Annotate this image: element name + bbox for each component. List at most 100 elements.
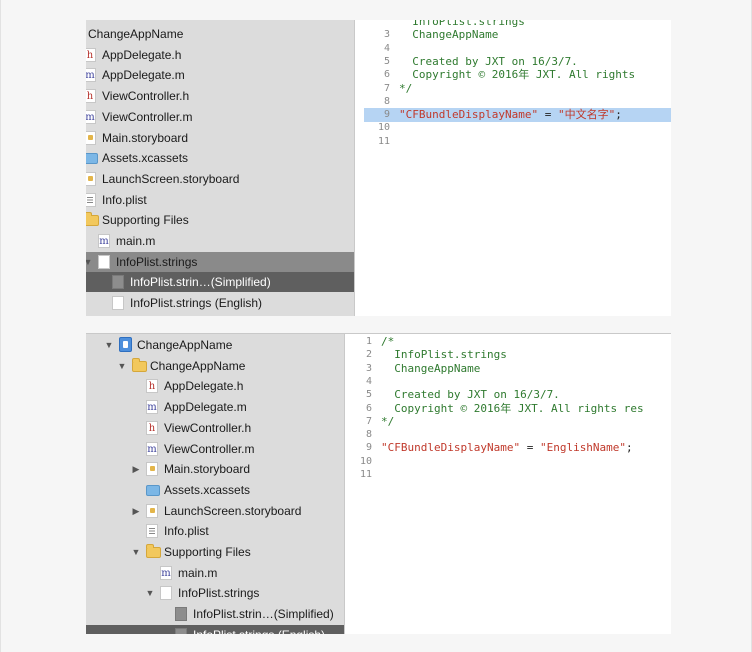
tree-item-label: InfoPlist.strin…(Simplified) (193, 607, 334, 622)
line-number: 9 (365, 442, 372, 454)
code-editor[interactable]: 1/* 2 InfoPlist.strings 3 ChangeAppName 4 5 … (346, 334, 671, 634)
tree-item-label: InfoPlist.strin…(Simplified) (130, 275, 271, 290)
tree-item[interactable]: m main.m (86, 563, 344, 583)
tree-item[interactable]: m AppDelegate.m (86, 397, 344, 417)
folder-file-icon (132, 357, 147, 372)
line-number: 3 (365, 362, 372, 374)
folder-file-icon (86, 212, 99, 227)
code-line: 3 ChangeAppName (346, 362, 671, 376)
comment-text: InfoPlist.strings (381, 348, 507, 362)
disclosure-open-icon[interactable]: ▼ (86, 252, 93, 272)
project-file-icon (119, 337, 132, 352)
disclosure-open-icon[interactable]: ▼ (117, 356, 127, 376)
tree-item-label: Supporting Files (102, 213, 189, 228)
tree-item[interactable]: h ViewController.h (86, 86, 354, 106)
code-line: 8 (364, 95, 671, 109)
tree-item[interactable]: ▼ChangeAppName (86, 24, 354, 44)
tree-item-label: AppDelegate.h (102, 47, 182, 62)
tree-item[interactable]: m ViewController.m (86, 107, 354, 127)
tree-item[interactable]: ▶ LaunchScreen.storyboard (86, 501, 344, 521)
code-line: 11 (364, 135, 671, 149)
tree-item[interactable]: ▼ChangeAppName (86, 356, 344, 376)
tree-item-label: LaunchScreen.storyboard (164, 503, 302, 518)
code-operator: = (538, 108, 558, 122)
disclosure-closed-icon[interactable]: ▶ (131, 501, 141, 521)
tree-item[interactable]: h AppDelegate.h (86, 376, 344, 396)
tree-item[interactable]: ▼ InfoPlist.strings (86, 583, 344, 603)
code-line: 5 Created by JXT on 16/3/7. (364, 55, 671, 69)
comment-text: InfoPlist.strings (399, 20, 525, 28)
tree-item-label: AppDelegate.m (102, 68, 185, 83)
code-operator: ; (615, 108, 622, 122)
tree-item[interactable]: ▼Supporting Files (86, 210, 354, 230)
tree-item[interactable]: m ViewController.m (86, 439, 344, 459)
comment-text: */ (381, 414, 395, 428)
tree-item[interactable]: InfoPlist.strings (English) (86, 293, 354, 313)
storyboard-file-icon (146, 503, 158, 518)
comment-text: Copyright © 2016年 JXT. All rights res (381, 401, 644, 415)
m-file-icon: m (146, 400, 158, 415)
code-editor[interactable]: InfoPlist.strings 3 ChangeAppName 4 5 Creat… (364, 20, 671, 316)
h-file-icon: h (146, 379, 158, 394)
disclosure-open-icon[interactable]: ▼ (145, 583, 155, 603)
tree-item[interactable]: Info.plist (86, 521, 344, 541)
line-number: 11 (359, 469, 372, 480)
code-line: 8 (346, 428, 671, 442)
tree-item-label: AppDelegate.m (164, 400, 247, 415)
tree-item[interactable]: ▼Supporting Files (86, 542, 344, 562)
disclosure-open-icon[interactable]: ▼ (131, 542, 141, 562)
code-line: 7 */ (364, 82, 671, 96)
tree-item[interactable]: Assets.xcassets (86, 148, 354, 168)
line-number: 10 (359, 455, 372, 467)
h-file-icon: h (86, 47, 96, 62)
plist-file-icon (146, 524, 158, 539)
line-number: 5 (365, 389, 372, 401)
line-number: 4 (365, 375, 372, 387)
tree-item[interactable]: Assets.xcassets (86, 480, 344, 500)
tree-item[interactable]: ▶LaunchScreen.storyboard (86, 169, 354, 189)
tree-item[interactable]: InfoPlist.strin…(Simplified) (86, 604, 344, 624)
string-literal: "中文名字" (557, 108, 616, 122)
code-line: 4 (346, 375, 671, 389)
tree-item[interactable]: InfoPlist.strin…(Simplified) (86, 272, 354, 293)
string-literal: "CFBundleDisplayName" (381, 441, 521, 455)
line-number: 3 (383, 29, 390, 41)
tree-item[interactable]: m main.m (86, 231, 354, 251)
tree-item[interactable]: ▶Main.storyboard (86, 459, 344, 479)
tree-item[interactable]: ▶Main.storyboard (86, 128, 354, 148)
code-text: Copyright © 2016年 JXT. All rights (399, 68, 635, 82)
xcassets-file-icon (86, 153, 98, 165)
code-operator: ; (626, 441, 633, 455)
tree-item[interactable]: InfoPlist.strings (English) (86, 624, 344, 634)
code-line: 5 Created by JXT on 16/3/7. (346, 388, 671, 402)
tree-item[interactable]: h AppDelegate.h (86, 45, 354, 65)
code-line: 6 Copyright © 2016年 JXT. All rights (364, 68, 671, 82)
line-number: 7 (383, 82, 390, 94)
line-number: 10 (377, 122, 390, 134)
tree-item-label: ChangeAppName (137, 338, 233, 352)
string-literal: "EnglishName" (539, 441, 627, 455)
code-line: 9 "CFBundleDisplayName" = "EnglishName"; (346, 441, 671, 455)
tree-item[interactable]: m AppDelegate.m (86, 65, 354, 85)
folder-file-icon (146, 544, 161, 558)
h-file-icon: h (146, 420, 158, 435)
tree-item[interactable]: Info.plist (86, 190, 354, 210)
line-number: 9 (383, 109, 390, 121)
storyboard-file-icon (146, 462, 158, 477)
tree-item[interactable]: ▼ ChangeAppName (86, 335, 344, 355)
line-number: 11 (377, 135, 390, 147)
tree-item[interactable]: ▼ InfoPlist.strings (86, 251, 354, 272)
comment-text: /* (381, 335, 395, 348)
disclosure-closed-icon[interactable]: ▶ (131, 459, 141, 479)
h-file-icon: h (86, 89, 96, 104)
tree-item-label: Info.plist (102, 192, 147, 207)
tree-item-label: ViewController.m (102, 109, 193, 124)
code-text: Created by JXT on 16/3/7. (381, 388, 560, 402)
m-file-icon: m (98, 234, 110, 248)
code-text: */ (381, 415, 394, 429)
comment-text: Created by JXT on 16/3/7. (381, 388, 560, 402)
tree-item[interactable]: h ViewController.h (86, 418, 344, 438)
disclosure-open-icon[interactable]: ▼ (104, 335, 114, 355)
tree-item-label: InfoPlist.strings (178, 586, 260, 601)
m-file-icon: m (160, 565, 172, 580)
